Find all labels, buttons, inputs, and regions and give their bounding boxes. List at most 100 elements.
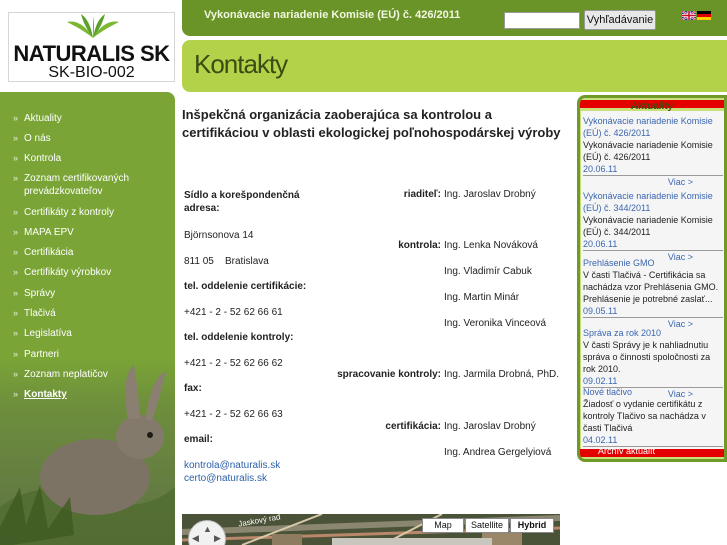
news-more-link[interactable]: Viac > — [583, 176, 723, 188]
news-item-desc: V časti Tlačivá - Certifikácia sa nachád… — [583, 270, 719, 304]
fax-label: fax: — [184, 383, 202, 394]
address-street: Björnsonova 14 — [184, 230, 254, 241]
news-item-desc: V časti Správy je k nahliadnutiu správa … — [583, 340, 711, 374]
leaf-logo-icon — [67, 14, 119, 38]
sidebar-item-6[interactable]: » Certifikácia — [0, 246, 79, 259]
email-link-kontrola[interactable]: kontrola@naturalis.sk — [184, 459, 280, 472]
tel-cert-value: +421 - 2 - 52 62 66 61 — [184, 307, 283, 318]
content-heading: Inšpekčná organizácia zaoberajúca sa kon… — [182, 107, 561, 140]
bullet-icon: » — [13, 308, 19, 318]
logo-code: SK-BIO-002 — [48, 64, 135, 81]
tel-ctrl-value: +421 - 2 - 52 62 66 62 — [184, 358, 283, 369]
bullet-icon: » — [13, 349, 19, 359]
sidebar-item-13[interactable]: » Kontakty — [0, 388, 73, 401]
staff-name: Ing. Vladimír Cabuk — [444, 266, 532, 277]
sidebar: » Aktuality » O nás » Kontrola » Zoznam certifi… — [0, 92, 175, 545]
news-item-date: 20.06.11 — [583, 163, 723, 176]
bullet-icon: » — [13, 288, 19, 298]
bullet-icon: » — [13, 328, 19, 338]
bullet-icon: » — [13, 247, 19, 257]
pan-right-icon[interactable]: ▶ — [214, 533, 221, 544]
address-label: Sídlo a korešpondenčná adresa: — [184, 190, 300, 214]
sidebar-item-11[interactable]: » Partneri — [0, 348, 65, 361]
news-item-title[interactable]: Vykonávacie nariadenie Komisie (EÚ) č. 3… — [583, 190, 723, 214]
sidebar-item-label: MAPA EPV — [24, 227, 74, 238]
email-label: email: — [184, 434, 213, 445]
bullet-icon: » — [13, 207, 19, 217]
news-item-title[interactable]: Prehlásenie GMO — [583, 257, 723, 269]
sidebar-item-4[interactable]: » Certifikáty z kontroly — [0, 206, 120, 219]
news-item: Vykonávacie nariadenie Komisie (EÚ) č. 4… — [583, 115, 723, 188]
main-content: Inšpekčná organizácia zaoberajúca sa kon… — [182, 92, 574, 545]
staff-name: Ing. Lenka Nováková — [444, 240, 538, 251]
sidebar-item-label: Kontrola — [24, 153, 62, 164]
map-type-map-button[interactable]: Map — [422, 518, 464, 533]
sidebar-item-label: Správy — [24, 288, 56, 299]
news-item-desc: Vykonávacie nariadenie Komisie (EÚ) č. 3… — [583, 215, 713, 237]
map-widget[interactable]: Jaskový rad ▲ ◀ ▶ Map Satellite Hybrid — [182, 514, 560, 545]
fax-value: +421 - 2 - 52 62 66 63 — [184, 409, 283, 420]
news-item-title[interactable]: Nové tlačivo — [583, 386, 723, 398]
map-type-hybrid-button[interactable]: Hybrid — [510, 518, 554, 533]
sidebar-item-label: Partneri — [24, 349, 60, 360]
page: NATURALIS SK SK-BIO-002 Vykonávacie nari… — [0, 0, 727, 545]
sidebar-item-3[interactable]: » Zoznam certifikovaných prevádzkovateľov — [0, 172, 175, 198]
bullet-icon: » — [13, 389, 19, 399]
news-archive-link[interactable]: Archív aktualít — [598, 446, 655, 456]
tel-cert-label: tel. oddelenie certifikácie: — [184, 281, 307, 292]
tel-ctrl-label: tel. oddelenie kontroly: — [184, 332, 294, 343]
sidebar-item-label: Certifikáty z kontroly — [24, 207, 115, 218]
news-item: Nové tlačivo Žiadosť o vydanie certifikát… — [583, 386, 723, 451]
rabbit-image — [0, 357, 175, 545]
address-city: 811 05 Bratislava — [184, 256, 269, 267]
sidebar-item-9[interactable]: » Tlačivá — [0, 307, 62, 320]
flag-en-icon[interactable] — [682, 11, 696, 20]
staff-role-certifikacia: certifikácia: — [385, 421, 441, 432]
sidebar-item-label: Certifikácia — [24, 247, 74, 258]
logo[interactable]: NATURALIS SK SK-BIO-002 — [8, 12, 175, 82]
headline-link[interactable]: Vykonávacie nariadenie Komisie (EÚ) č. 4… — [204, 9, 460, 21]
staff-name: Ing. Jarmila Drobná, PhD. — [444, 369, 560, 380]
bullet-icon: » — [13, 113, 19, 123]
flag-de-icon[interactable] — [697, 11, 711, 20]
email-link-certo[interactable]: certo@naturalis.sk — [184, 472, 267, 485]
sidebar-item-label: Kontakty — [24, 389, 67, 400]
news-item-title[interactable]: Vykonávacie nariadenie Komisie (EÚ) č. 4… — [583, 115, 723, 139]
top-bar: Vykonávacie nariadenie Komisie (EÚ) č. 4… — [182, 0, 727, 36]
sidebar-item-label: Certifikáty výrobkov — [24, 267, 112, 278]
pan-left-icon[interactable]: ◀ — [192, 533, 199, 544]
sidebar-item-8[interactable]: » Správy — [0, 287, 61, 300]
bullet-icon: » — [13, 173, 19, 183]
sidebar-item-label: Zoznam certifikovaných prevádzkovateľov — [24, 173, 130, 197]
bullet-icon: » — [13, 267, 19, 277]
staff-role-riaditel: riaditeľ: — [403, 189, 441, 200]
sidebar-item-10[interactable]: » Legislatíva — [0, 327, 78, 340]
news-list: Vykonávacie nariadenie Komisie (EÚ) č. 4… — [581, 111, 724, 451]
pan-up-icon[interactable]: ▲ — [203, 524, 212, 534]
map-type-satellite-button[interactable]: Satellite — [465, 518, 509, 533]
sidebar-item-0[interactable]: » Aktuality — [0, 112, 68, 125]
sidebar-item-12[interactable]: » Zoznam neplatičov — [0, 368, 114, 381]
bullet-icon: » — [13, 153, 19, 163]
title-bar: Kontakty — [182, 40, 727, 92]
staff-name: Ing. Martin Minár — [444, 292, 520, 303]
news-item-desc: Vykonávacie nariadenie Komisie (EÚ) č. 4… — [583, 140, 713, 162]
news-panel: Aktuality Vykonávacie nariadenie Komisie… — [577, 95, 727, 462]
sidebar-item-5[interactable]: » MAPA EPV — [0, 226, 80, 239]
sidebar-item-7[interactable]: » Certifikáty výrobkov — [0, 266, 117, 279]
staff-name: Ing. Jaroslav Drobný — [444, 421, 536, 432]
bullet-icon: » — [13, 133, 19, 143]
news-item-date: 20.06.11 — [583, 238, 723, 251]
search-input[interactable] — [504, 12, 580, 29]
bullet-icon: » — [13, 369, 19, 379]
staff-name: Ing. Andrea Gergelyiová — [444, 447, 552, 458]
news-item-title[interactable]: Správa za rok 2010 — [583, 327, 723, 339]
sidebar-item-2[interactable]: » Kontrola — [0, 152, 67, 165]
search-button[interactable]: Vyhľadávanie — [584, 10, 656, 30]
sidebar-item-1[interactable]: » O nás — [0, 132, 57, 145]
staff-name: Ing. Veronika Vinceová — [444, 318, 547, 329]
page-title: Kontakty — [194, 49, 288, 79]
news-item: Vykonávacie nariadenie Komisie (EÚ) č. 3… — [583, 190, 723, 263]
sidebar-item-label: Aktuality — [24, 113, 62, 124]
sidebar-item-label: O nás — [24, 133, 51, 144]
